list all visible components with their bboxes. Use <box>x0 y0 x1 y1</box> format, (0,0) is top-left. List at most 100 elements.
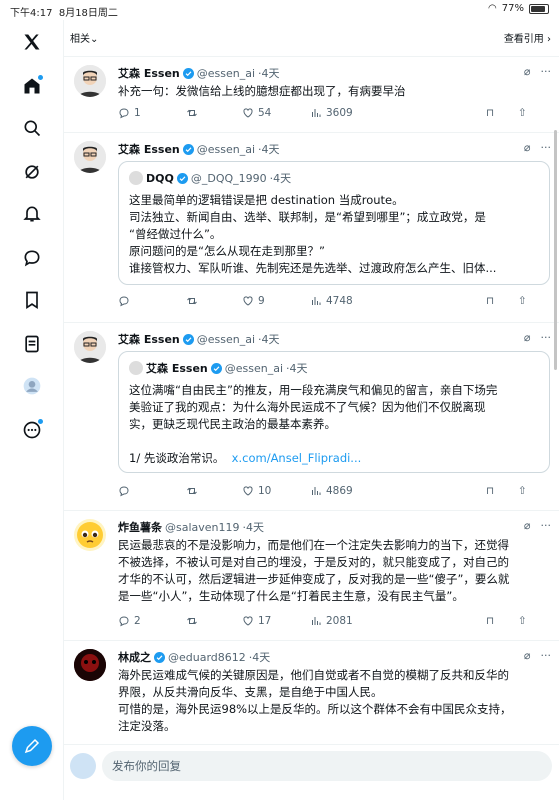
quote-link[interactable]: x.com/Ansel_Flipradi... <box>232 451 362 465</box>
retweet-button[interactable] <box>186 615 198 627</box>
heart-icon <box>243 296 253 306</box>
quoted-tweet[interactable]: 艾森 Essen @essen_ai ·4天 这位满嘴“自由民主”的推友，用一段… <box>118 351 550 473</box>
compose-button[interactable] <box>12 726 52 766</box>
views-icon <box>312 487 321 495</box>
avatar[interactable] <box>74 141 106 173</box>
reply-button[interactable] <box>118 485 130 497</box>
reply-button[interactable]: 1 <box>118 107 141 119</box>
grok-icon[interactable]: ⌀ <box>524 649 531 662</box>
views-button[interactable]: 2081 <box>310 615 353 627</box>
scrollbar[interactable] <box>554 130 557 370</box>
tweet-time[interactable]: ·4天 <box>258 65 280 81</box>
avatar[interactable] <box>74 65 106 97</box>
more-icon[interactable] <box>20 418 44 442</box>
home-icon[interactable] <box>20 74 44 98</box>
views-button[interactable]: 4869 <box>310 485 353 497</box>
quote-line: 实，更缺乏现代民主政治的最基本素养。 <box>129 417 336 431</box>
relevance-dropdown[interactable]: 相关⌄ <box>70 30 98 45</box>
retweet-icon <box>187 297 197 305</box>
author-name[interactable]: 炸鱼薯条 <box>118 519 162 535</box>
share-icon[interactable]: ⇧ <box>518 615 527 627</box>
grok-icon[interactable]: ⌀ <box>524 141 531 154</box>
profile-icon[interactable] <box>20 374 44 398</box>
share-icon[interactable]: ⇧ <box>518 107 527 119</box>
grok-icon[interactable]: ⌀ <box>524 65 531 78</box>
lists-icon[interactable] <box>20 332 44 356</box>
author-handle[interactable]: @essen_ai <box>197 143 255 156</box>
retweet-button[interactable] <box>186 107 198 119</box>
author-handle[interactable]: @essen_ai <box>197 333 255 346</box>
sidebar <box>0 20 64 800</box>
tweet-line: 民运最悲哀的不是没影响力，而是他们在一个注定失去影响力的当下，还觉得 <box>118 538 509 552</box>
quote-line: 司法独立、新闻自由、选举、联邦制，是“希望到哪里”；成立政党，是 <box>129 210 486 224</box>
bookmark-icon[interactable] <box>20 288 44 312</box>
tweet-2[interactable]: 艾森 Essen @essen_ai ·4天 ⌀ ··· DQQ @_DQQ_1… <box>64 132 559 322</box>
grok-icon[interactable]: ⌀ <box>524 519 531 532</box>
search-icon[interactable] <box>20 116 44 140</box>
tweet-time[interactable]: ·4天 <box>243 519 265 535</box>
author-name[interactable]: 林成之 <box>118 649 151 665</box>
like-count: 54 <box>258 107 272 119</box>
avatar[interactable] <box>74 649 106 681</box>
bookmark-icon[interactable]: ⊓ <box>486 485 494 497</box>
author-handle[interactable]: @eduard8612 <box>168 651 246 664</box>
avatar[interactable] <box>74 519 106 551</box>
more-options-icon[interactable]: ··· <box>541 331 552 344</box>
tweet-header: 艾森 Essen @essen_ai ·4天 <box>118 331 549 347</box>
reply-input[interactable]: 发布你的回复 <box>102 751 552 781</box>
tweet-4[interactable]: 炸鱼薯条 @salaven119 ·4天 ⌀ ··· 民运最悲哀的不是没影响力，… <box>64 510 559 640</box>
author-name[interactable]: 艾森 Essen <box>118 141 180 157</box>
like-button[interactable]: 54 <box>242 107 271 119</box>
verified-icon <box>210 362 222 374</box>
quote-header: DQQ @_DQQ_1990 ·4天 <box>129 170 291 186</box>
bookmark-icon[interactable]: ⊓ <box>486 615 494 627</box>
messages-icon[interactable] <box>20 246 44 270</box>
quote-line: 这位满嘴“自由民主”的推友，用一段充满戾气和偏见的留言，亲自下场完 <box>129 383 498 397</box>
heart-icon <box>243 486 253 496</box>
share-icon[interactable]: ⇧ <box>518 295 527 307</box>
like-count: 9 <box>258 295 265 307</box>
reply-button[interactable] <box>118 295 130 307</box>
more-options-icon[interactable]: ··· <box>541 649 552 662</box>
views-icon <box>312 617 321 625</box>
author-name[interactable]: 艾森 Essen <box>118 65 180 81</box>
views-icon <box>312 109 321 117</box>
retweet-button[interactable] <box>186 485 198 497</box>
tweet-1[interactable]: 艾森 Essen @essen_ai ·4天 ⌀ ··· 补充一句：发微信给上线… <box>64 56 559 132</box>
view-quotes-link[interactable]: 查看引用 › <box>504 30 551 45</box>
tweet-3[interactable]: 艾森 Essen @essen_ai ·4天 ⌀ ··· 艾森 Essen @e… <box>64 322 559 510</box>
tweet-time[interactable]: ·4天 <box>249 649 271 665</box>
quote-line: “曾经做过什么”。 <box>129 227 222 241</box>
more-options-icon[interactable]: ··· <box>541 141 552 154</box>
bookmark-icon[interactable]: ⊓ <box>486 295 494 307</box>
tweet-time[interactable]: ·4天 <box>258 141 280 157</box>
share-icon[interactable]: ⇧ <box>518 485 527 497</box>
author-name[interactable]: 艾森 Essen <box>118 331 180 347</box>
tweet-time[interactable]: ·4天 <box>258 331 280 347</box>
bookmark-icon[interactable]: ⊓ <box>486 107 494 119</box>
author-handle[interactable]: @essen_ai <box>197 67 255 80</box>
tweet-actions: 1 54 3609 ⊓ ⇧ <box>118 107 549 121</box>
quote-line: 1/ 先谈政治常识。 x.com/Ansel_Flipradi... <box>129 451 362 465</box>
like-button[interactable]: 9 <box>242 295 265 307</box>
tweet-line: 不被选择，不被认可是对自己的埋没，于是反对的，就只能变成了，对自己的 <box>118 555 509 569</box>
retweet-button[interactable] <box>186 295 198 307</box>
tweet-header-icons: ⌀ ··· <box>524 141 551 154</box>
like-button[interactable]: 17 <box>242 615 271 627</box>
author-handle[interactable]: @salaven119 <box>165 521 240 534</box>
like-button[interactable]: 10 <box>242 485 271 497</box>
bell-icon[interactable] <box>20 202 44 226</box>
more-options-icon[interactable]: ··· <box>541 65 552 78</box>
grok-icon[interactable]: ⌀ <box>524 331 531 344</box>
views-button[interactable]: 3609 <box>310 107 353 119</box>
quoted-tweet[interactable]: DQQ @_DQQ_1990 ·4天 这里最简单的逻辑错误是把 destinat… <box>118 161 550 285</box>
views-button[interactable]: 4748 <box>310 295 353 307</box>
tweet-line: 海外民运难成气候的关键原因是，他们自觉或者不自觉的模糊了反共和反华的 <box>118 668 509 682</box>
avatar[interactable] <box>74 331 106 363</box>
more-options-icon[interactable]: ··· <box>541 519 552 532</box>
quote-author-name: 艾森 Essen <box>146 362 208 375</box>
x-logo-icon[interactable] <box>20 30 44 54</box>
retweet-icon <box>187 617 197 625</box>
grok-icon[interactable] <box>20 160 44 184</box>
reply-button[interactable]: 2 <box>118 615 141 627</box>
